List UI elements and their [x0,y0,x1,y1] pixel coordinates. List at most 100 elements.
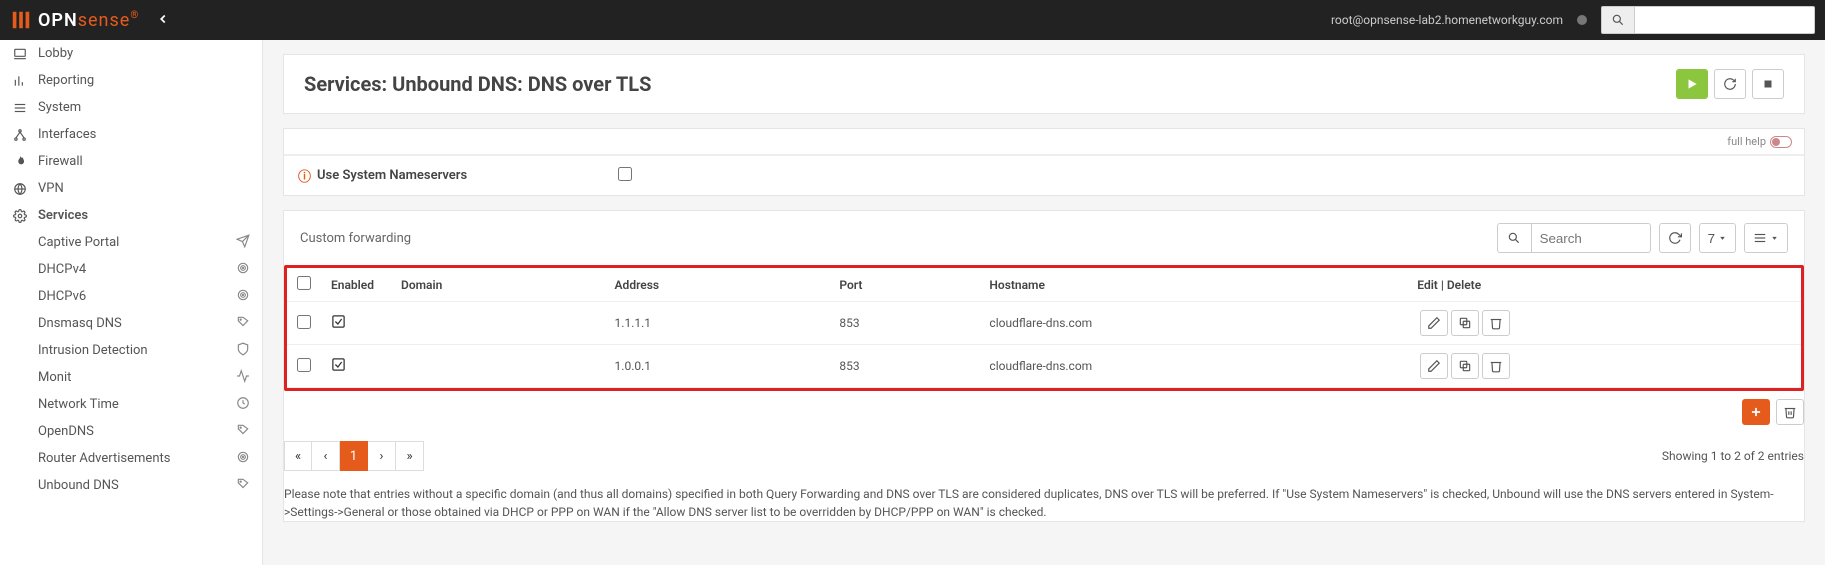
cell-hostname: cloudflare-dns.com [979,345,1407,388]
cell-port: 853 [829,302,979,345]
table-search [1497,223,1651,253]
table-row: 1.0.0.1853cloudflare-dns.com [287,345,1801,388]
sidebar-subitem-dnsmasq-dns[interactable]: Dnsmasq DNS [0,310,262,337]
global-search-input[interactable] [1635,6,1815,34]
sidebar-toggle-icon[interactable] [156,10,170,31]
row-select-checkbox[interactable] [297,315,311,329]
search-icon[interactable] [1601,6,1635,34]
sidebar-subitem-captive-portal[interactable]: Captive Portal [0,229,262,256]
page-button[interactable]: 1 [340,441,368,471]
cell-domain [391,345,605,388]
main-content: Services: Unbound DNS: DNS over TLS full… [263,40,1825,565]
forwarding-table: Enabled Domain Address Port Hostname Edi… [287,268,1801,388]
bullseye-icon [236,450,250,468]
sidebar-subitem-unbound-dns[interactable]: Unbound DNS [0,472,262,499]
table-search-input[interactable] [1531,223,1651,253]
page-button[interactable]: » [396,441,424,471]
brand-icon [10,9,32,31]
refresh-button[interactable] [1714,69,1746,99]
page-title: Services: Unbound DNS: DNS over TLS [304,72,651,96]
network-icon [12,128,28,142]
col-port: Port [829,268,979,302]
page-header: Services: Unbound DNS: DNS over TLS [283,54,1805,114]
custom-forwarding-panel: Custom forwarding 7 [283,210,1805,522]
brand-logo[interactable]: OPNsense® [10,9,138,31]
status-indicator-icon [1577,15,1587,25]
sidebar-subitem-router-advertisements[interactable]: Router Advertisements [0,445,262,472]
page-button[interactable]: « [284,441,312,471]
col-editdelete: Edit | Delete [1407,268,1801,302]
paper-plane-icon [236,234,250,252]
laptop-icon [12,47,28,61]
delete-row-button[interactable] [1482,310,1510,336]
table-search-icon[interactable] [1497,223,1531,253]
full-help-toggle[interactable]: full help [1727,135,1792,148]
clone-row-button[interactable] [1451,310,1479,336]
table-refresh-button[interactable] [1659,223,1691,253]
user-host-label: root@opnsense-lab2.homenetworkguy.com [1331,13,1563,27]
info-icon[interactable]: ⓘ [298,166,311,185]
edit-row-button[interactable] [1420,353,1448,379]
sidebar-item-label: Firewall [38,154,83,169]
sidebar-item-label: System [38,100,81,115]
sidebar-subitem-monit[interactable]: Monit [0,364,262,391]
sidebar-item-label: Router Advertisements [38,451,170,466]
table-footer-actions [284,391,1804,433]
sidebar-item-vpn[interactable]: VPN [0,175,262,202]
cell-domain [391,302,605,345]
columns-toggle-button[interactable] [1744,223,1788,253]
settings-panel: full help ⓘ Use System Nameservers [283,128,1805,196]
bullseye-icon [236,261,250,279]
sidebar-subitem-intrusion-detection[interactable]: Intrusion Detection [0,337,262,364]
tags-icon [236,423,250,441]
sidebar-item-label: VPN [38,181,64,196]
sidebar-item-label: Interfaces [38,127,96,142]
sidebar-item-services[interactable]: Services [0,202,262,229]
clone-row-button[interactable] [1451,353,1479,379]
sidebar-item-lobby[interactable]: Lobby [0,40,262,67]
add-row-button[interactable] [1742,399,1770,425]
use-system-nameservers-row: ⓘ Use System Nameservers [284,155,1804,195]
sidebar-item-label: OpenDNS [38,424,94,439]
page-button[interactable]: ‹ [312,441,340,471]
play-button[interactable] [1676,69,1708,99]
forwarding-table-highlight: Enabled Domain Address Port Hostname Edi… [284,265,1804,391]
row-select-checkbox[interactable] [297,358,311,372]
sidebar-subitem-dhcpv4[interactable]: DHCPv4 [0,256,262,283]
page-size-dropdown[interactable]: 7 [1699,223,1736,253]
sidebar-subitem-dhcpv6[interactable]: DHCPv6 [0,283,262,310]
col-domain: Domain [391,268,605,302]
sidebar-item-label: DHCPv4 [38,262,86,277]
sidebar-item-interfaces[interactable]: Interfaces [0,121,262,148]
enabled-check-icon [331,314,346,332]
sidebar-item-reporting[interactable]: Reporting [0,67,262,94]
sidebar-item-label: DHCPv6 [38,289,86,304]
gear-icon [12,209,28,223]
tags-icon [236,315,250,333]
sidebar-item-system[interactable]: System [0,94,262,121]
footer-note: Please note that entries without a speci… [284,485,1804,521]
select-all-checkbox[interactable] [297,276,311,290]
delete-selected-button[interactable] [1776,399,1804,425]
enabled-check-icon [331,357,346,375]
clock-icon [236,396,250,414]
page-button[interactable]: › [368,441,396,471]
sidebar-subitem-opendns[interactable]: OpenDNS [0,418,262,445]
delete-row-button[interactable] [1482,353,1510,379]
use-system-nameservers-label: Use System Nameservers [317,168,467,183]
showing-label: Showing 1 to 2 of 2 entries [1662,449,1804,463]
sidebar-subitem-network-time[interactable]: Network Time [0,391,262,418]
cell-hostname: cloudflare-dns.com [979,302,1407,345]
edit-row-button[interactable] [1420,310,1448,336]
sidebar: LobbyReporting System Interfaces Firewall VP… [0,40,263,565]
sidebar-item-firewall[interactable]: Firewall [0,148,262,175]
cell-port: 853 [829,345,979,388]
fire-icon [12,155,28,169]
use-system-nameservers-checkbox[interactable] [618,167,632,181]
stop-button[interactable] [1752,69,1784,99]
sidebar-item-label: Monit [38,370,71,385]
custom-forwarding-title: Custom forwarding [300,231,411,246]
pagination: «‹1›» [284,441,424,471]
sidebar-item-label: Network Time [38,397,119,412]
page-actions [1676,69,1784,99]
